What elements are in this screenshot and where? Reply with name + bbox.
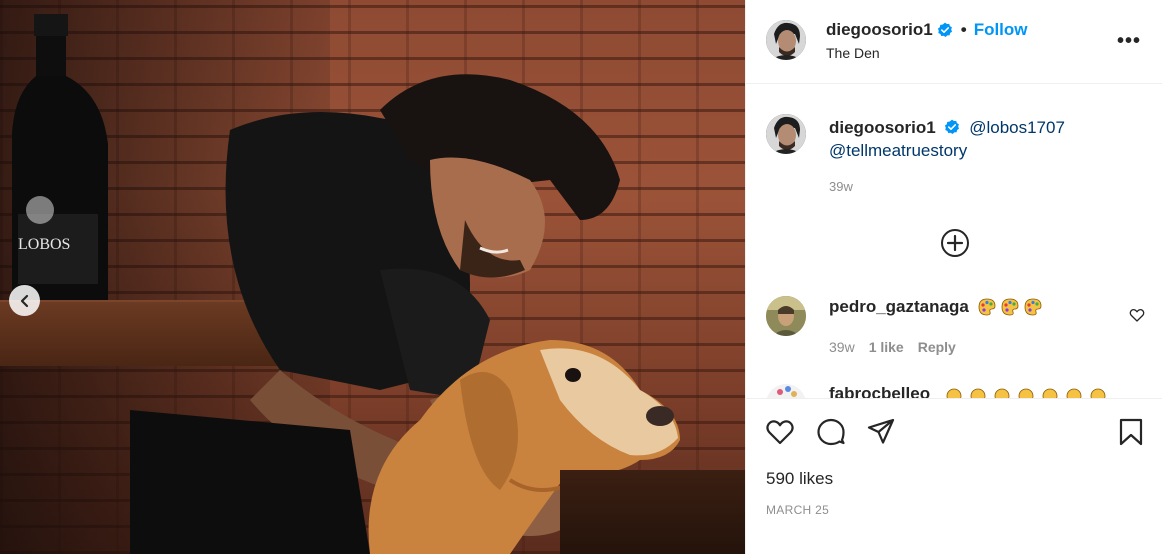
partial-comment-row: fabrocbelleo xyxy=(766,384,1156,398)
comment-bubble-icon[interactable] xyxy=(816,417,846,447)
likes-count[interactable]: 590 likes xyxy=(766,469,833,489)
follow-button[interactable]: Follow xyxy=(974,20,1028,40)
post-side-panel: diegoosorio1 • Follow The Den ••• diegoo… xyxy=(745,0,1162,554)
comment-like-heart-icon[interactable] xyxy=(1129,307,1145,323)
comment-likes-count[interactable]: 1 like xyxy=(869,339,904,355)
commenter-avatar[interactable] xyxy=(766,296,806,336)
post-date[interactable]: MARCH 25 xyxy=(766,503,829,517)
profile-photo-icon xyxy=(766,296,806,336)
artist-palette-icon xyxy=(946,388,1106,398)
header-username-row: diegoosorio1 • Follow xyxy=(826,20,1028,40)
caption-username[interactable]: diegoosorio1 xyxy=(829,118,936,137)
verified-badge-icon xyxy=(937,22,952,37)
profile-photo-icon xyxy=(766,20,806,60)
post-actions: 590 likes MARCH 25 xyxy=(746,398,1162,554)
mention-link[interactable]: @lobos1707 xyxy=(969,118,1065,137)
post-caption: diegoosorio1 @lobos1707 @tellmeatruestor… xyxy=(829,116,1129,162)
avatar[interactable] xyxy=(766,20,806,60)
mention-link[interactable]: @tellmeatruestory xyxy=(829,141,967,160)
wooden-bench xyxy=(560,470,745,554)
verified-badge-icon xyxy=(945,119,960,134)
separator-dot: • xyxy=(960,20,967,39)
comment-meta: 39w 1 like Reply xyxy=(829,339,956,355)
share-paper-plane-icon[interactable] xyxy=(866,417,896,447)
commenter-avatar-partial xyxy=(766,384,806,398)
artist-palette-icon xyxy=(1024,298,1042,316)
comment-row: pedro_gaztanaga xyxy=(829,297,1046,317)
bottle-label: LOBOS xyxy=(18,236,70,253)
carousel-prev-button[interactable] xyxy=(9,285,40,316)
artist-palette-icon xyxy=(978,298,996,316)
commenter-username[interactable]: pedro_gaztanaga xyxy=(829,297,969,317)
chevron-left-icon xyxy=(20,294,28,307)
save-bookmark-icon[interactable] xyxy=(1116,417,1146,447)
like-heart-icon[interactable] xyxy=(765,417,795,447)
profile-photo-icon xyxy=(766,114,806,154)
artist-palette-icon xyxy=(1001,298,1019,316)
caption-timestamp[interactable]: 39w xyxy=(829,179,853,194)
partial-commenter-username[interactable]: fabrocbelleo xyxy=(829,384,930,398)
bottle-image: LOBOS xyxy=(12,14,108,304)
post-photo[interactable]: LOBOS xyxy=(0,0,745,554)
more-options-button[interactable]: ••• xyxy=(1117,30,1141,53)
comment-timestamp[interactable]: 39w xyxy=(829,339,855,355)
post-header: diegoosorio1 • Follow The Den ••• xyxy=(746,0,1162,84)
caption-avatar[interactable] xyxy=(766,114,806,154)
location-link[interactable]: The Den xyxy=(826,45,880,61)
reply-button[interactable]: Reply xyxy=(918,339,956,355)
load-more-comments-icon[interactable] xyxy=(939,227,971,259)
username-link[interactable]: diegoosorio1 xyxy=(826,20,933,40)
